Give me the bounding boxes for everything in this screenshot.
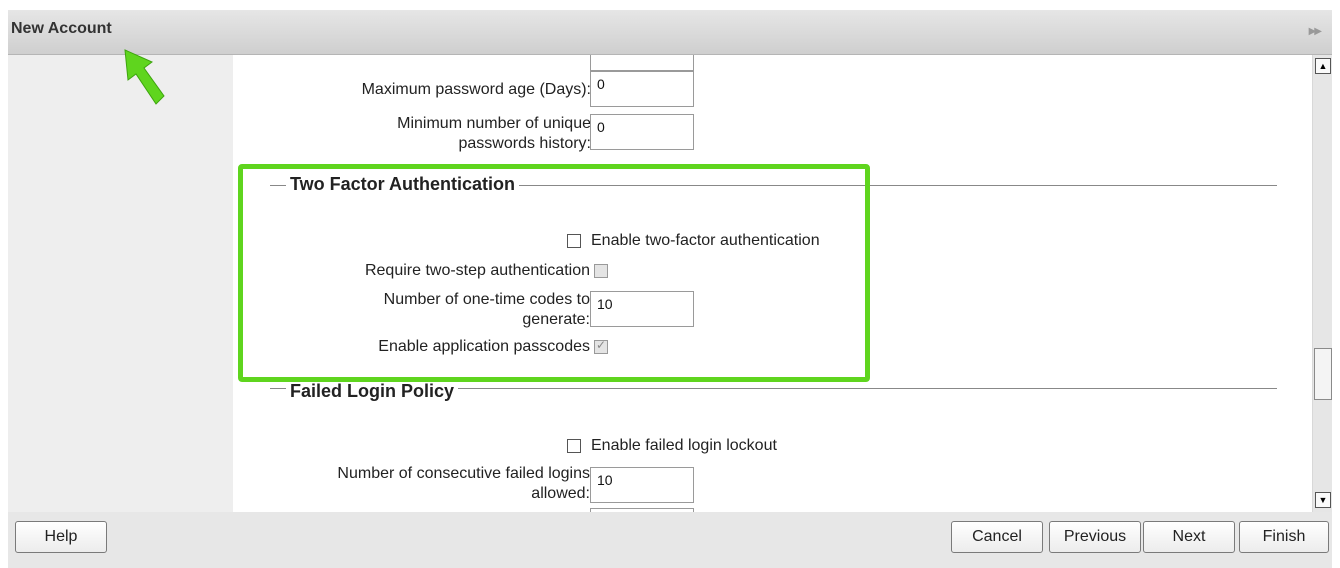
previous-button[interactable]: Previous	[1049, 521, 1141, 553]
unique-history-label-line2: passwords history:	[458, 135, 592, 152]
highlight-box	[238, 164, 870, 382]
footer-bar: Help Cancel Previous Next Finish	[8, 512, 1332, 568]
max-password-age-input[interactable]: 0	[590, 71, 694, 107]
scrollbar-thumb[interactable]	[1314, 348, 1332, 400]
consecutive-failed-label-line1: Number of consecutive failed logins	[337, 465, 590, 482]
pointer-arrow-icon	[124, 49, 165, 105]
consecutive-failed-label-line2: allowed:	[531, 485, 590, 502]
unique-history-input[interactable]: 0	[590, 114, 694, 150]
unique-history-label: Minimum number of unique passwords histo…	[397, 114, 591, 154]
consecutive-failed-label: Number of consecutive failed logins allo…	[337, 464, 590, 504]
double-chevron-right-icon[interactable]: ▶▶	[1309, 26, 1322, 37]
unique-history-label-line1: Minimum number of unique	[397, 115, 591, 132]
window-titlebar: New Account ▶▶	[8, 10, 1332, 55]
failed-login-legend: Failed Login Policy	[286, 381, 459, 402]
enable-lockout-checkbox[interactable]	[567, 439, 581, 453]
min-password-age-field[interactable]	[590, 55, 694, 71]
help-button[interactable]: Help	[15, 521, 107, 553]
enable-lockout-label: Enable failed login lockout	[591, 437, 777, 454]
consecutive-failed-input[interactable]: 10	[590, 467, 694, 503]
cancel-button[interactable]: Cancel	[951, 521, 1043, 553]
left-panel	[8, 55, 233, 512]
scroll-down-arrow-icon[interactable]: ▼	[1315, 492, 1331, 508]
vertical-scrollbar[interactable]: ▲ ▼	[1312, 55, 1332, 512]
scroll-up-arrow-icon[interactable]: ▲	[1315, 58, 1331, 74]
finish-button[interactable]: Finish	[1239, 521, 1329, 553]
max-password-age-label: Maximum password age (Days):	[361, 81, 591, 98]
window-title: New Account	[11, 20, 112, 37]
next-button[interactable]: Next	[1143, 521, 1235, 553]
